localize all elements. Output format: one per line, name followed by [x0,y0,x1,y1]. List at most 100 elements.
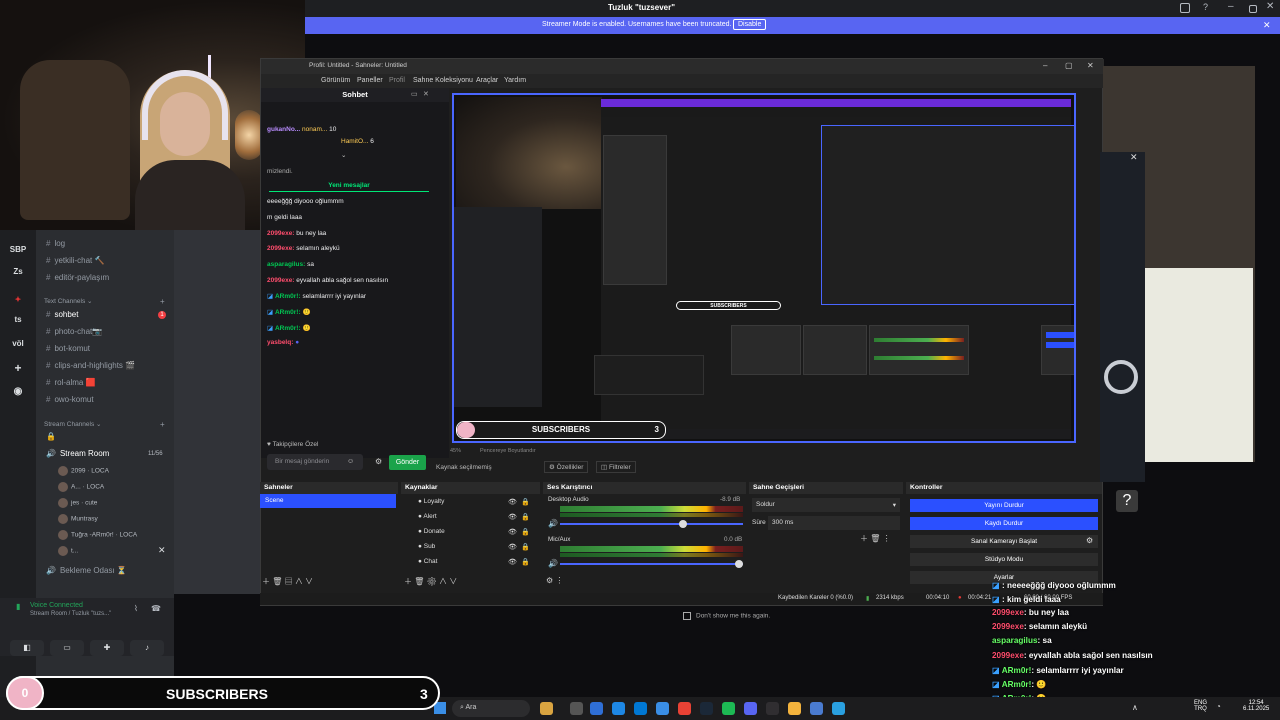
edge-icon[interactable] [612,702,625,715]
close-icon[interactable]: ✕ [1266,1,1274,12]
visibility-icon[interactable]: 👁 [508,558,517,566]
maximize-icon[interactable] [1249,5,1257,13]
source-item[interactable]: ● Alert [418,513,437,520]
close-banner-icon[interactable]: ✕ [1263,20,1271,31]
menu-araclar[interactable]: Araçlar [476,77,498,84]
obs-preview[interactable]: SUBSCRIBERS SUBSCRIBERS 3 [452,93,1076,443]
copilot-icon[interactable] [590,702,603,715]
voice-user[interactable]: Tuğra -ARm0r! · LOCA [58,530,137,540]
task-view-icon[interactable] [570,702,583,715]
activities-button[interactable]: ✚ [90,640,124,656]
category-stream-channels[interactable]: Stream Channels ⌄ [44,420,102,428]
channel-editor-paylasim[interactable]: # editör-paylaşım [46,273,109,282]
channel-bot-komut[interactable]: # bot-komut [46,344,90,353]
duration-input[interactable]: 300 ms [768,516,900,530]
lock-icon[interactable]: 🔒 [521,543,530,551]
scene-item[interactable]: Scene [260,494,396,508]
close-dock-icon[interactable]: ✕ [423,90,429,98]
add-channel-icon[interactable]: + [160,420,165,429]
app-icon[interactable] [810,702,823,715]
lock-icon[interactable]: 🔒 [521,528,530,536]
disconnect-icon[interactable]: ☎ [151,604,161,613]
gear-icon[interactable]: ⚙ [1086,536,1093,545]
source-item[interactable]: ● Chat [418,558,437,565]
channel-clips-and-highlights[interactable]: # clips-and-highlights 🎬 [46,361,135,370]
store-icon[interactable] [656,702,669,715]
close-icon[interactable]: ✕ [158,545,166,556]
stop-stream-button[interactable]: Yayını Durdur [910,499,1098,512]
channel-log[interactable]: # log [46,239,65,248]
language-indicator[interactable]: ENG TRQ [1194,700,1207,712]
send-button[interactable]: Gönder [389,455,426,470]
visibility-icon[interactable]: 👁 [508,528,517,536]
server-icon[interactable]: ts [6,310,30,330]
start-virtual-camera-button[interactable]: Sanal Kamerayı Başlat [910,535,1098,548]
menu-paneller[interactable]: Paneller [357,77,383,84]
screen-share-button[interactable]: ▭ [50,640,84,656]
settings-icon[interactable]: ⚙ [375,457,382,466]
tray-chevron-icon[interactable]: ∧ [1132,703,1138,712]
category-text-channels[interactable]: Text Channels ⌄ [44,297,92,305]
visibility-icon[interactable]: 👁 [508,513,517,521]
discord-icon[interactable] [744,702,757,715]
close-icon[interactable]: ✕ [1130,152,1138,163]
obs-icon[interactable] [766,702,779,715]
transition-select[interactable]: Soldur ▾ [752,498,900,512]
source-item[interactable]: ● Loyalty [418,498,444,505]
studio-mode-button[interactable]: Stüdyo Modu [910,553,1098,566]
source-item[interactable]: ● Donate [418,528,445,535]
explore-icon[interactable]: ◉ [6,382,30,402]
inbox-icon[interactable] [1180,3,1190,13]
add-channel-icon[interactable]: + [160,297,165,306]
close-icon[interactable]: ✕ [1087,61,1094,70]
source-toolbar[interactable]: ＋ 🗑 ⚙ ∧ ∨ [404,576,457,587]
speaker-icon[interactable]: 🔊 [548,559,558,568]
server-icon[interactable]: völ [6,334,30,354]
filters-button[interactable]: ◫ Filtreler [596,461,636,473]
voice-user[interactable]: jes · cute [58,498,97,508]
stop-recording-button[interactable]: Kaydı Durdur [910,517,1098,530]
scene-toolbar[interactable]: ＋ 🗑 ▤ ∧ ∨ [262,576,313,587]
volume-slider[interactable] [560,563,743,565]
maximize-icon[interactable]: ▢ [1065,61,1073,70]
emoji-icon[interactable]: ☺ [347,458,354,465]
volume-slider[interactable] [560,523,743,525]
clock[interactable]: 12:54 6.11.2025 [1243,700,1269,712]
server-icon[interactable]: SBP [6,240,30,260]
server-icon[interactable]: ✦ [6,290,30,310]
menu-profil[interactable]: Profil [389,77,405,84]
mixer-toolbar[interactable]: ⚙ ⋮ [546,576,563,585]
noise-suppression-icon[interactable]: ⌇ [134,604,138,613]
menu-gorunum[interactable]: Görünüm [321,77,350,84]
help-icon[interactable]: ? [1203,2,1208,12]
mail-icon[interactable] [634,702,647,715]
menu-yardim[interactable]: Yardım [504,77,526,84]
volume-slider-handle[interactable] [679,520,687,528]
minimize-icon[interactable]: – [1043,61,1047,70]
voice-channel-bekleme-odasi[interactable]: 🔊 Bekleme Odası ⏳ [46,566,127,575]
properties-button[interactable]: ⚙ Özellikler [544,461,589,473]
channel-owo-komut[interactable]: # owo-komut [46,395,94,404]
chevron-down-icon[interactable]: ⌄ [341,151,346,159]
camera-button[interactable]: ◧ [10,640,44,656]
chrome-icon[interactable] [678,702,691,715]
network-icon[interactable]: ◔ [1216,702,1221,711]
lock-icon[interactable]: 🔒 [521,558,530,566]
popout-icon[interactable]: ▭ [411,90,418,98]
channel-sohbet[interactable]: # sohbet [46,310,78,319]
app-icon[interactable] [832,702,845,715]
transition-toolbar[interactable]: ＋ 🗑 ⋮ [860,533,891,544]
minimize-icon[interactable]: – [1228,1,1234,12]
lock-icon[interactable]: 🔒 [521,513,530,521]
add-server-icon[interactable]: + [6,358,30,378]
speaker-icon[interactable]: 🔊 [548,519,558,528]
menu-sahne-koleksiyonu[interactable]: Sahne Koleksiyonu [413,77,473,84]
folder-icon[interactable] [788,702,801,715]
visibility-icon[interactable]: 👁 [508,498,517,506]
steam-icon[interactable] [700,702,713,715]
server-icon[interactable]: Zs [6,262,30,282]
soundboard-button[interactable]: ♪ [130,640,164,656]
disable-streamer-mode-button[interactable]: Disable [733,19,767,30]
lock-icon[interactable]: 🔒 [521,498,530,506]
zoom-level[interactable]: 45% [450,448,461,454]
